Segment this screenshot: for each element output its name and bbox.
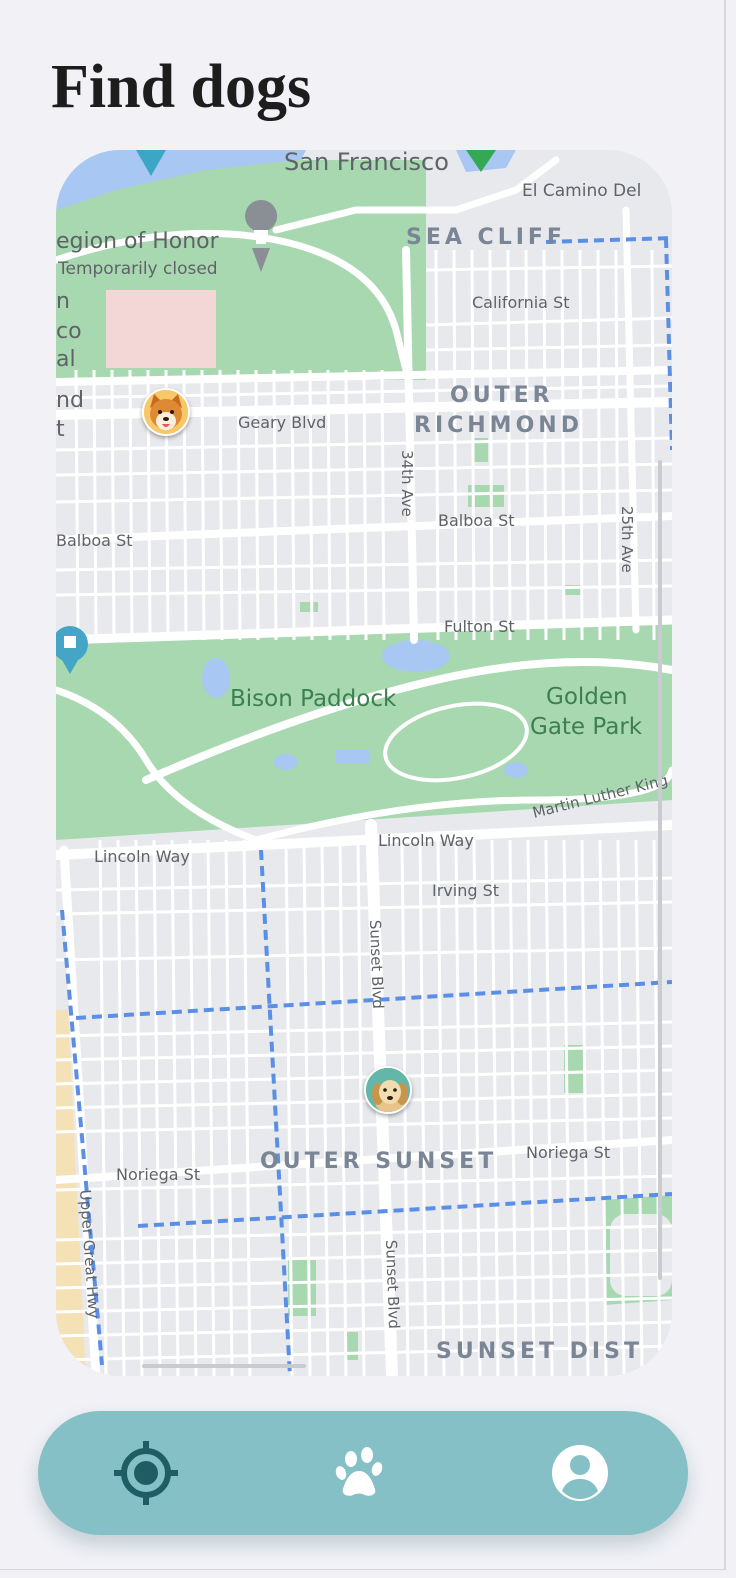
park-label: Golden — [546, 684, 628, 710]
district-label: SUNSET DIST — [436, 1339, 643, 1364]
map-label: n — [56, 289, 70, 314]
map-label: Lincoln Way — [94, 847, 190, 866]
district-label: RICHMOND — [414, 413, 583, 438]
map-label: Irving St — [432, 881, 499, 900]
map-label: Temporarily closed — [57, 259, 218, 279]
horizontal-scrollbar[interactable] — [142, 1364, 306, 1368]
park-label: Bison Paddock — [230, 686, 397, 712]
bottom-nav-bar — [38, 1411, 688, 1535]
park-label: Gate Park — [530, 714, 643, 740]
dog-marker-shiba[interactable] — [142, 388, 190, 436]
water-area — [336, 750, 370, 764]
paw-icon — [335, 1447, 383, 1496]
map-label: California St — [472, 293, 570, 312]
map-label: Geary Blvd — [238, 413, 326, 432]
map-label: Noriega St — [116, 1165, 200, 1184]
map-label: al — [56, 347, 76, 372]
district-label: SEA CLIFF — [406, 225, 566, 250]
map-label: co — [56, 319, 82, 344]
map-label: Fulton St — [444, 617, 515, 636]
map-label: Balboa St — [438, 511, 515, 530]
map-label: Sunset Blvd — [382, 1240, 403, 1330]
nav-dogs-button[interactable] — [327, 1437, 399, 1509]
shiba-inu-icon — [144, 390, 188, 434]
district-label: OUTER — [450, 383, 554, 408]
nav-profile-button[interactable] — [544, 1437, 616, 1509]
map-label: El Camino Del — [522, 181, 641, 201]
vertical-scrollbar[interactable] — [658, 460, 662, 1280]
map-label: Sunset Blvd — [366, 920, 387, 1010]
map-label: egion of Honor — [56, 229, 220, 254]
map-canvas[interactable]: San Francisco El Camino Del egion of Hon… — [56, 150, 672, 1376]
page-title: Find dogs — [51, 53, 312, 121]
map-label: t — [56, 417, 65, 442]
nav-locate-button[interactable] — [110, 1437, 182, 1509]
map-label: 25th Ave — [618, 506, 636, 573]
map-label: 34th Ave — [398, 450, 416, 517]
map-label: nd — [56, 388, 84, 413]
lake — [504, 762, 528, 778]
map-label: Noriega St — [526, 1143, 610, 1162]
locate-icon — [114, 1441, 178, 1505]
lake — [382, 640, 450, 672]
map-label: Balboa St — [56, 531, 133, 550]
golden-retriever-icon — [366, 1068, 410, 1112]
building-area — [106, 290, 216, 368]
lake — [274, 754, 298, 770]
map-label: San Francisco — [284, 150, 449, 176]
map-label: Lincoln Way — [378, 831, 474, 850]
dog-marker-golden[interactable] — [364, 1066, 412, 1114]
profile-icon — [552, 1445, 608, 1501]
lake — [202, 658, 230, 698]
map-view[interactable]: San Francisco El Camino Del egion of Hon… — [56, 150, 672, 1376]
district-label: OUTER SUNSET — [260, 1149, 497, 1174]
